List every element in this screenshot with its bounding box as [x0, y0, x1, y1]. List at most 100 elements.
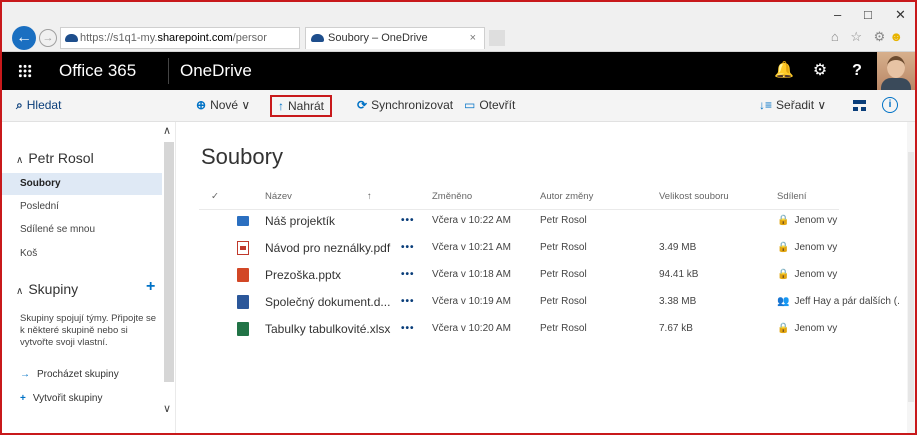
page-title: Soubory [201, 144, 283, 169]
folder-icon [237, 216, 249, 226]
column-modified[interactable]: Změněno [432, 191, 472, 202]
open-button[interactable]: ▭ Otevřít [464, 90, 515, 121]
app-title[interactable]: OneDrive [180, 52, 252, 90]
notification-bell-icon[interactable]: 🔔 [766, 52, 802, 90]
more-options-icon[interactable]: ••• [401, 261, 415, 289]
browser-chrome: – □ ✕ ← → https://s1q1-my.sharepoint.com… [2, 2, 915, 52]
nav-scrollbar[interactable]: ∧ ∨ [162, 122, 176, 415]
sharing-status: 🔒 Jenom vy [777, 234, 837, 262]
more-options-icon[interactable]: ••• [401, 234, 415, 262]
nav-item-recent[interactable]: Poslední [2, 196, 162, 218]
scroll-down-icon[interactable]: ∨ [163, 402, 171, 415]
table-row[interactable]: Tabulky tabulkovité.xlsx ••• Včera v 10:… [177, 315, 915, 343]
column-sharing[interactable]: Sdílení [777, 191, 807, 202]
main-scroll-thumb[interactable] [908, 152, 914, 402]
main-scrollbar[interactable] [907, 122, 915, 433]
sort-button[interactable]: ↓≡ Seřadit ∨ [759, 90, 826, 121]
upload-arrow-icon: ↑ [278, 99, 284, 113]
feedback-smiley-icon[interactable]: ☻ [889, 29, 907, 44]
open-label: Otevřít [479, 98, 516, 112]
settings-gear-icon[interactable]: ⚙ [802, 52, 838, 90]
select-all-check-icon[interactable]: ✓ [211, 191, 219, 202]
modified-by: Petr Rosol [540, 323, 587, 334]
more-options-icon[interactable]: ••• [401, 315, 415, 343]
nav-item-files[interactable]: Soubory [2, 173, 162, 195]
document-icon: ▭ [464, 98, 476, 112]
search-box[interactable]: ⌕ Hledat [16, 90, 61, 121]
modified-by: Petr Rosol [540, 296, 587, 307]
people-icon: 👥 [777, 296, 790, 307]
arrow-right-icon: → [20, 369, 30, 380]
more-options-icon[interactable]: ••• [401, 207, 415, 235]
nav-item-recycle-bin[interactable]: Koš [2, 243, 162, 265]
sharing-label: Jenom vy [794, 215, 838, 226]
help-icon[interactable]: ? [839, 52, 875, 90]
forward-arrow-icon[interactable]: → [39, 29, 57, 47]
nav-scroll-thumb[interactable] [164, 142, 174, 382]
chevron-up-icon: ∧ [16, 286, 24, 297]
close-window-button[interactable]: ✕ [895, 7, 906, 23]
avatar[interactable] [877, 52, 915, 90]
address-bar[interactable]: https://s1q1-my.sharepoint.com/persor ⌕ … [60, 27, 300, 49]
groups-heading[interactable]: ∧ Skupiny [16, 281, 78, 297]
app-launcher-icon[interactable] [2, 52, 48, 90]
column-size[interactable]: Velikost souboru [659, 191, 729, 202]
minimize-button[interactable]: – [834, 7, 841, 22]
info-icon[interactable]: i [882, 97, 898, 113]
table-row[interactable]: Společný dokument.d... ••• Včera v 10:19… [177, 288, 915, 316]
scroll-up-icon[interactable]: ∧ [163, 124, 171, 137]
add-group-icon[interactable]: + [146, 278, 155, 296]
new-button[interactable]: ⊕ Nové ∨ [196, 90, 250, 121]
modified-date: Včera v 10:18 AM [432, 269, 511, 280]
upload-label: Nahrát [288, 99, 325, 113]
sharing-status: 🔒 Jenom vy [777, 207, 837, 235]
file-name[interactable]: Společný dokument.d... [265, 288, 390, 316]
onedrive-favicon-icon [311, 34, 324, 43]
search-icon: ⌕ [16, 98, 23, 112]
column-author[interactable]: Autor změny [540, 191, 593, 202]
modified-date: Včera v 10:22 AM [432, 215, 511, 226]
home-star-gear-icons[interactable]: ⌂ ☆ ⚙ [831, 29, 889, 44]
user-heading[interactable]: ∧ Petr Rosol [16, 150, 94, 166]
groups-title: Skupiny [28, 281, 79, 297]
file-name[interactable]: Náš projektík [265, 207, 335, 235]
browser-tools: ⌂ ☆ ⚙☻ [831, 29, 907, 45]
back-arrow-icon[interactable]: ← [12, 26, 36, 50]
file-name[interactable]: Prezoška.pptx [265, 261, 341, 289]
more-options-icon[interactable]: ••• [401, 288, 415, 316]
file-size: 7.67 kB [659, 323, 693, 334]
sharing-status: 🔒 Jenom vy [777, 261, 837, 289]
modified-by: Petr Rosol [540, 215, 587, 226]
modified-by: Petr Rosol [540, 269, 587, 280]
command-bar: ⌕ Hledat ⊕ Nové ∨ ↑ Nahrát ⟳ Synchronizovat … [2, 90, 915, 122]
view-switch-icon[interactable] [853, 100, 866, 111]
create-group-link[interactable]: + Vytvořit skupiny [20, 393, 103, 404]
url-domain: sharepoint.com [157, 32, 233, 44]
nav-item-shared[interactable]: Sdílené se mnou [2, 219, 162, 241]
file-name[interactable]: Návod pro neználky.pdf [265, 234, 390, 262]
lock-icon: 🔒 [777, 215, 790, 226]
upload-button[interactable]: ↑ Nahrát [270, 95, 333, 117]
plus-circle-icon: ⊕ [196, 98, 207, 112]
tab-close-icon[interactable]: × [470, 28, 476, 49]
plus-icon: + [20, 393, 26, 404]
word-file-icon [237, 295, 249, 309]
table-row[interactable]: Prezoška.pptx ••• Včera v 10:18 AM Petr … [177, 261, 915, 289]
suite-brand[interactable]: Office 365 [59, 52, 136, 90]
new-tab-button[interactable] [489, 30, 505, 46]
browse-groups-link[interactable]: → Procházet skupiny [20, 369, 119, 380]
sharepoint-favicon-icon [65, 34, 78, 43]
tab-title: Soubory – OneDrive [328, 32, 428, 44]
sync-label: Synchronizovat [371, 98, 454, 112]
table-row[interactable]: Návod pro neználky.pdf ••• Včera v 10:21… [177, 234, 915, 262]
powerpoint-file-icon [237, 268, 249, 282]
sharing-label: Jenom vy [794, 242, 838, 253]
pdf-file-icon [237, 241, 249, 255]
table-row[interactable]: Náš projektík ••• Včera v 10:22 AM Petr … [177, 207, 915, 235]
sync-button[interactable]: ⟳ Synchronizovat [357, 90, 453, 121]
sort-arrow-icon: ↑ [367, 191, 372, 202]
file-name[interactable]: Tabulky tabulkovité.xlsx [265, 315, 390, 343]
browser-tab[interactable]: Soubory – OneDrive × [305, 27, 485, 49]
maximize-button[interactable]: □ [864, 7, 872, 22]
column-name[interactable]: Název [265, 191, 292, 202]
